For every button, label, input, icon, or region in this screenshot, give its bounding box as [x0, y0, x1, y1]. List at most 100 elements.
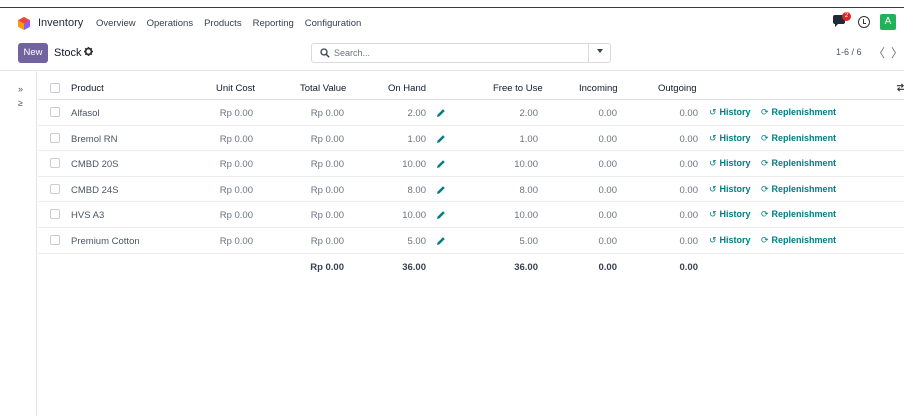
history-button[interactable]: ↺ History [709, 133, 751, 144]
pencil-icon[interactable] [436, 108, 446, 118]
table-row[interactable]: Premium Cotton Rp 0.00 Rp 0.00 5.00 5.00… [38, 228, 904, 254]
table-row[interactable]: CMBD 24S Rp 0.00 Rp 0.00 8.00 8.00 0.00 … [38, 177, 904, 203]
table-row[interactable]: Bremol RN Rp 0.00 Rp 0.00 1.00 1.00 0.00… [38, 126, 904, 152]
pencil-icon[interactable] [436, 210, 446, 220]
column-outgoing[interactable]: Outgoing [658, 83, 697, 94]
menu-reporting[interactable]: Reporting [253, 18, 294, 29]
history-button[interactable]: ↺ History [709, 235, 751, 246]
navbar-systray: 2 A [832, 12, 896, 30]
replenishment-label: Replenishment [771, 234, 837, 245]
row-checkbox[interactable] [50, 132, 60, 143]
column-product[interactable]: Product [71, 83, 104, 94]
unit-cost: Rp 0.00 [219, 184, 253, 196]
history-button[interactable]: ↺ History [709, 184, 751, 195]
product-name[interactable]: CMBD 24S [71, 185, 119, 196]
pager-previous-button[interactable]: 〈 [873, 44, 885, 61]
history-button[interactable]: ↺ History [709, 107, 751, 118]
replenishment-button[interactable]: ⟳ Replenishment [761, 209, 836, 220]
row-checkbox[interactable] [50, 107, 60, 117]
app-name[interactable]: Inventory [38, 17, 83, 29]
search-input[interactable]: Search... [334, 48, 370, 58]
row-checkbox[interactable] [50, 209, 60, 220]
total-value: Rp 0.00 [310, 108, 344, 119]
search-bar[interactable]: Search... [311, 43, 611, 63]
refresh-icon: ⟳ [761, 209, 769, 220]
search-options-toggle[interactable] [588, 44, 610, 62]
history-icon: ↺ [709, 234, 717, 245]
optional-columns-icon[interactable] [896, 83, 904, 92]
total-value: Rp 0.00 [310, 159, 344, 171]
replenishment-button[interactable]: ⟳ Replenishment [761, 235, 836, 246]
table-body: Alfasol Rp 0.00 Rp 0.00 2.00 2.00 0.00 0… [38, 100, 904, 254]
sum-free-to-use: 36.00 [514, 261, 538, 273]
table-row[interactable]: Alfasol Rp 0.00 Rp 0.00 2.00 2.00 0.00 0… [38, 100, 904, 126]
product-name[interactable]: Alfasol [71, 108, 100, 119]
new-button[interactable]: New [18, 43, 48, 63]
column-unit-cost[interactable]: Unit Cost [216, 83, 255, 94]
history-label: History [719, 234, 751, 245]
chat-badge: 2 [842, 12, 851, 21]
column-incoming[interactable]: Incoming [579, 83, 618, 94]
pencil-icon[interactable] [436, 134, 446, 144]
product-name[interactable]: HVS A3 [71, 210, 104, 221]
table-row[interactable]: CMBD 20S Rp 0.00 Rp 0.00 10.00 10.00 0.0… [38, 151, 904, 177]
history-label: History [719, 183, 751, 194]
refresh-icon: ⟳ [761, 107, 769, 117]
unit-cost: Rp 0.00 [219, 133, 253, 145]
product-name[interactable]: CMBD 20S [71, 159, 119, 170]
table-row[interactable]: HVS A3 Rp 0.00 Rp 0.00 10.00 10.00 0.00 … [38, 202, 904, 228]
menu-products[interactable]: Products [204, 18, 242, 29]
search-icon [320, 48, 330, 58]
history-icon: ↺ [709, 209, 717, 220]
replenishment-button[interactable]: ⟳ Replenishment [761, 184, 836, 195]
outgoing: 0.00 [679, 235, 699, 247]
menu-overview[interactable]: Overview [96, 18, 136, 29]
incoming: 0.00 [598, 210, 618, 222]
divider [0, 70, 904, 71]
pencil-icon[interactable] [436, 159, 446, 169]
gear-icon[interactable] [84, 47, 93, 56]
refresh-icon: ⟳ [761, 234, 769, 245]
replenishment-button[interactable]: ⟳ Replenishment [761, 158, 836, 169]
pencil-icon[interactable] [436, 236, 446, 246]
row-checkbox[interactable] [50, 234, 60, 245]
incoming: 0.00 [598, 184, 618, 196]
select-all-checkbox[interactable] [50, 83, 60, 93]
expand-panel-icon[interactable]: » [18, 84, 23, 94]
outgoing: 0.00 [679, 159, 699, 171]
product-name[interactable]: Bremol RN [71, 134, 117, 145]
history-label: History [719, 209, 751, 220]
unit-cost: Rp 0.00 [219, 210, 253, 222]
pager-value[interactable]: 1-6 / 6 [836, 47, 862, 57]
free-to-use: 10.00 [514, 159, 538, 171]
outgoing: 0.00 [679, 184, 699, 196]
pager-next-button[interactable]: 〉 [891, 44, 903, 61]
refresh-icon: ⟳ [761, 183, 769, 194]
outgoing: 0.00 [679, 108, 699, 119]
column-on-hand[interactable]: On Hand [388, 83, 426, 94]
inventory-logo-icon[interactable] [18, 17, 30, 30]
history-button[interactable]: ↺ History [709, 209, 751, 220]
row-checkbox[interactable] [50, 158, 60, 169]
row-checkbox[interactable] [50, 183, 60, 194]
avatar[interactable]: A [880, 14, 896, 30]
column-total-value[interactable]: Total Value [300, 83, 346, 94]
column-free-to-use[interactable]: Free to Use [493, 83, 543, 94]
menu-configuration[interactable]: Configuration [305, 18, 362, 29]
product-name[interactable]: Premium Cotton [71, 236, 140, 247]
on-hand: 10.00 [402, 210, 426, 222]
total-value: Rp 0.00 [310, 184, 344, 196]
replenishment-button[interactable]: ⟳ Replenishment [761, 107, 836, 118]
clock-icon[interactable] [858, 16, 870, 28]
chat-icon[interactable]: 2 [832, 12, 851, 29]
free-to-use: 5.00 [519, 235, 539, 247]
history-button[interactable]: ↺ History [709, 158, 751, 169]
pencil-icon[interactable] [436, 185, 446, 195]
total-value: Rp 0.00 [310, 133, 344, 145]
history-icon: ↺ [709, 132, 717, 143]
incoming: 0.00 [598, 235, 618, 247]
replenishment-button[interactable]: ⟳ Replenishment [761, 133, 836, 144]
menu-operations[interactable]: Operations [147, 18, 193, 29]
history-icon: ↺ [709, 158, 717, 169]
filter-icon[interactable]: ≥ [18, 98, 23, 108]
